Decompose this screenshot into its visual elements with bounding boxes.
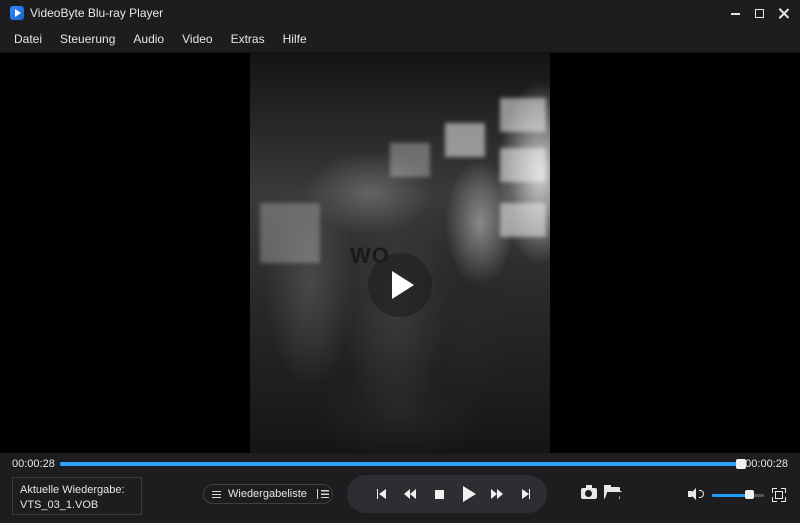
play-button[interactable] <box>456 482 480 506</box>
app-title: VideoByte Blu-ray Player <box>30 6 164 20</box>
menu-datei[interactable]: Datei <box>14 32 42 46</box>
minimize-button[interactable] <box>724 0 746 26</box>
sort-icon[interactable] <box>316 489 329 499</box>
menu-video[interactable]: Video <box>182 32 212 46</box>
frame-window-light <box>445 123 485 157</box>
skip-next-icon <box>521 489 531 499</box>
menu-hilfe[interactable]: Hilfe <box>283 32 307 46</box>
maximize-icon <box>754 8 764 18</box>
current-time: 00:00:28 <box>12 458 55 470</box>
minimize-icon <box>730 13 740 15</box>
playlist-button[interactable]: Wiedergabeliste <box>203 484 333 504</box>
seek-bar[interactable] <box>60 459 746 469</box>
menu-audio[interactable]: Audio <box>133 32 164 46</box>
seek-bar-fill <box>60 462 741 466</box>
maximize-button[interactable] <box>748 0 770 26</box>
close-icon <box>778 8 789 19</box>
skip-previous-button[interactable] <box>369 482 393 506</box>
folder-icon <box>604 485 620 499</box>
control-panel: 00:00:28 00:00:28 Aktuelle Wiedergabe: V… <box>0 453 800 523</box>
total-time: 00:00:28 <box>745 458 788 470</box>
menu-bar: Datei Steuerung Audio Video Extras Hilfe <box>0 26 800 53</box>
volume-slider-fill <box>712 494 750 497</box>
now-playing-file: VTS_03_1.VOB <box>20 499 99 511</box>
frame-window-light <box>500 98 546 132</box>
list-icon <box>212 490 221 498</box>
window-controls <box>722 0 800 26</box>
title-bar: VideoByte Blu-ray Player <box>0 0 800 26</box>
stop-button[interactable] <box>427 482 451 506</box>
open-folder-button[interactable] <box>603 485 621 501</box>
transport-controls <box>347 475 547 513</box>
stop-icon <box>434 489 444 499</box>
play-icon <box>463 486 476 502</box>
rewind-icon <box>404 489 416 499</box>
menu-extras[interactable]: Extras <box>231 32 265 46</box>
playlist-label: Wiedergabeliste <box>228 488 307 500</box>
video-area[interactable]: WO <box>0 53 800 453</box>
fast-forward-icon <box>491 489 503 499</box>
skip-next-button[interactable] <box>514 482 538 506</box>
camera-icon <box>581 484 597 499</box>
now-playing-box: Aktuelle Wiedergabe: VTS_03_1.VOB <box>12 477 142 515</box>
frame-window-light <box>500 203 546 237</box>
close-button[interactable] <box>772 0 794 26</box>
volume-handle[interactable] <box>745 490 755 499</box>
play-icon <box>392 271 414 299</box>
fullscreen-button[interactable] <box>772 488 786 502</box>
fast-forward-button[interactable] <box>485 482 509 506</box>
frame-window-light <box>260 203 320 263</box>
play-overlay-button[interactable] <box>368 253 432 317</box>
rewind-button[interactable] <box>398 482 422 506</box>
menu-steuerung[interactable]: Steuerung <box>60 32 115 46</box>
frame-window-light <box>500 148 546 182</box>
volume-slider[interactable] <box>712 494 764 497</box>
now-playing-label: Aktuelle Wiedergabe: <box>20 484 125 496</box>
snapshot-button[interactable] <box>580 484 598 501</box>
frame-window-light <box>390 143 430 177</box>
videobyte-logo-icon <box>10 6 24 20</box>
skip-previous-icon <box>376 489 386 499</box>
